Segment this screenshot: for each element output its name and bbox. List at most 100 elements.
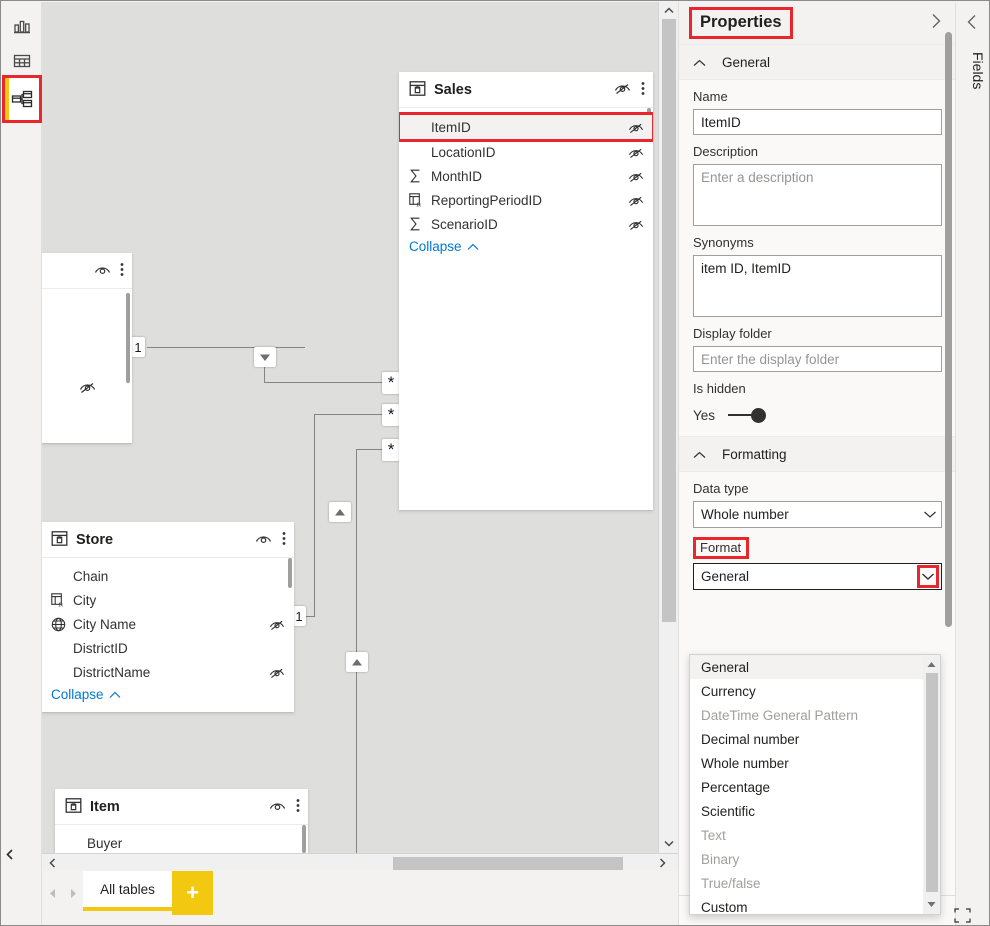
card-scrollbar[interactable] — [288, 558, 292, 588]
eye-hidden-icon[interactable] — [627, 146, 645, 159]
collapse-panel-chevron-icon[interactable] — [5, 848, 15, 863]
chevron-up-icon — [693, 55, 706, 70]
more-options-icon[interactable] — [641, 81, 645, 99]
cardinality-one: 1 — [292, 606, 306, 626]
table-entity-icon — [65, 797, 82, 817]
more-options-icon[interactable] — [296, 798, 300, 816]
scroll-up-arrow-icon[interactable] — [924, 656, 939, 673]
field-group-display-folder: Display folder Enter the display folder — [679, 317, 956, 372]
table-card-store[interactable]: Store Chain fx City City Name DistrictID… — [42, 522, 294, 712]
card-scrollbar[interactable] — [126, 293, 130, 383]
display-folder-input[interactable]: Enter the display folder — [693, 346, 942, 372]
left-view-rail — [2, 2, 42, 925]
cross-filter-direction-arrow[interactable] — [346, 652, 368, 672]
eye-hidden-icon[interactable] — [627, 170, 645, 183]
section-header-formatting[interactable]: Formatting — [679, 436, 956, 472]
cardinality-many: * — [382, 439, 400, 461]
is-hidden-toggle[interactable] — [728, 406, 767, 424]
field-label: ScenarioID — [431, 216, 498, 232]
relationship-line — [356, 449, 357, 853]
description-input[interactable]: Enter a description — [693, 164, 942, 226]
table-card-item[interactable]: Item Buyer — [55, 789, 308, 853]
eye-visible-icon[interactable] — [255, 532, 272, 548]
table-card-partial[interactable] — [42, 253, 132, 443]
dropdown-option-percentage[interactable]: Percentage — [690, 775, 940, 799]
dropdown-option-scientific[interactable]: Scientific — [690, 799, 940, 823]
scrollbar-thumb[interactable] — [926, 673, 938, 892]
eye-hidden-icon[interactable] — [268, 618, 286, 631]
fields-pane-tab[interactable]: Fields — [955, 2, 989, 925]
data-type-dropdown[interactable]: Whole number — [693, 501, 942, 528]
canvas-horizontal-scrollbar[interactable] — [42, 853, 678, 871]
dropdown-scrollbar[interactable] — [923, 655, 940, 914]
scroll-down-arrow-icon[interactable] — [924, 896, 939, 913]
format-dropdown[interactable]: General — [693, 563, 942, 590]
cardinality-one: 1 — [131, 337, 145, 357]
section-header-general[interactable]: General — [679, 44, 956, 80]
tab-all-tables[interactable]: All tables — [83, 871, 172, 911]
dropdown-option-whole-number[interactable]: Whole number — [690, 751, 940, 775]
table-row[interactable]: ScenarioID — [399, 212, 653, 236]
table-title: Store — [76, 531, 114, 548]
eye-hidden-icon[interactable] — [627, 218, 645, 231]
synonyms-input[interactable]: item ID, ItemID — [693, 255, 942, 317]
dropdown-option-decimal-number[interactable]: Decimal number — [690, 727, 940, 751]
eye-hidden-icon[interactable] — [268, 666, 286, 679]
table-row[interactable]: fx ReportingPeriodID — [399, 188, 653, 212]
dropdown-option-general[interactable]: General — [690, 655, 940, 679]
table-row[interactable]: DistrictName — [42, 660, 294, 684]
name-input[interactable]: ItemID — [693, 109, 942, 135]
prev-arrow-icon[interactable] — [49, 886, 57, 904]
dropdown-option-custom[interactable]: Custom — [690, 895, 940, 915]
card-scrollbar[interactable] — [302, 825, 306, 853]
scroll-left-arrow-icon[interactable] — [43, 854, 61, 871]
dropdown-option-currency[interactable]: Currency — [690, 679, 940, 703]
toggle-knob — [751, 408, 767, 423]
cardinality-many: * — [382, 404, 400, 426]
eye-hidden-icon[interactable] — [614, 81, 631, 98]
scroll-up-arrow-icon[interactable] — [659, 2, 678, 19]
table-row[interactable]: Buyer — [55, 831, 308, 853]
scrollbar-thumb[interactable] — [662, 19, 676, 622]
eye-hidden-icon[interactable] — [627, 194, 645, 207]
collapse-label: Collapse — [409, 239, 462, 254]
eye-visible-icon[interactable] — [269, 799, 286, 815]
chevron-right-icon[interactable] — [931, 13, 942, 34]
table-row[interactable]: ItemID — [399, 112, 653, 142]
cross-filter-direction-arrow[interactable] — [254, 347, 276, 367]
table-row[interactable]: LocationID — [399, 140, 653, 164]
canvas-vertical-scrollbar[interactable] — [658, 2, 678, 853]
scroll-right-arrow-icon[interactable] — [653, 854, 671, 871]
chevron-left-icon[interactable] — [967, 14, 978, 35]
scrollbar-thumb[interactable] — [393, 857, 623, 870]
table-row[interactable]: fx City — [42, 588, 294, 612]
scroll-down-arrow-icon[interactable] — [659, 835, 678, 852]
more-options-icon[interactable] — [120, 262, 124, 280]
more-options-icon[interactable] — [282, 531, 286, 549]
chevron-down-icon[interactable] — [917, 565, 939, 588]
table-row[interactable]: MonthID — [399, 164, 653, 188]
calculated-column-icon: fx — [51, 593, 73, 607]
model-canvas[interactable]: 1 1 * * * Sales ItemID LocationID MonthI… — [42, 2, 678, 853]
relationship-line — [147, 347, 305, 348]
collapse-link[interactable]: Collapse — [399, 236, 653, 261]
fit-to-screen-icon[interactable] — [952, 906, 972, 924]
eye-visible-icon[interactable] — [94, 263, 111, 279]
table-card-header — [42, 253, 132, 289]
plus-icon: + — [186, 880, 199, 905]
table-row[interactable]: DistrictID — [42, 636, 294, 660]
table-row[interactable]: Chain — [42, 564, 294, 588]
field-label: ItemID — [431, 119, 471, 135]
add-page-button[interactable]: + — [172, 871, 213, 915]
properties-scrollbar[interactable] — [945, 32, 952, 627]
field-group-is-hidden: Is hidden Yes — [679, 372, 956, 436]
collapse-link[interactable]: Collapse — [42, 684, 294, 709]
cross-filter-direction-arrow[interactable] — [329, 502, 351, 522]
next-arrow-icon[interactable] — [69, 886, 77, 904]
table-card-sales[interactable]: Sales ItemID LocationID MonthID fx Repor… — [399, 72, 653, 510]
rail-item-model-view[interactable] — [2, 75, 42, 123]
table-row[interactable]: City Name — [42, 612, 294, 636]
eye-hidden-icon[interactable] — [79, 380, 96, 397]
eye-hidden-icon[interactable] — [627, 121, 645, 134]
format-dropdown-list[interactable]: General Currency DateTime General Patter… — [689, 654, 941, 915]
